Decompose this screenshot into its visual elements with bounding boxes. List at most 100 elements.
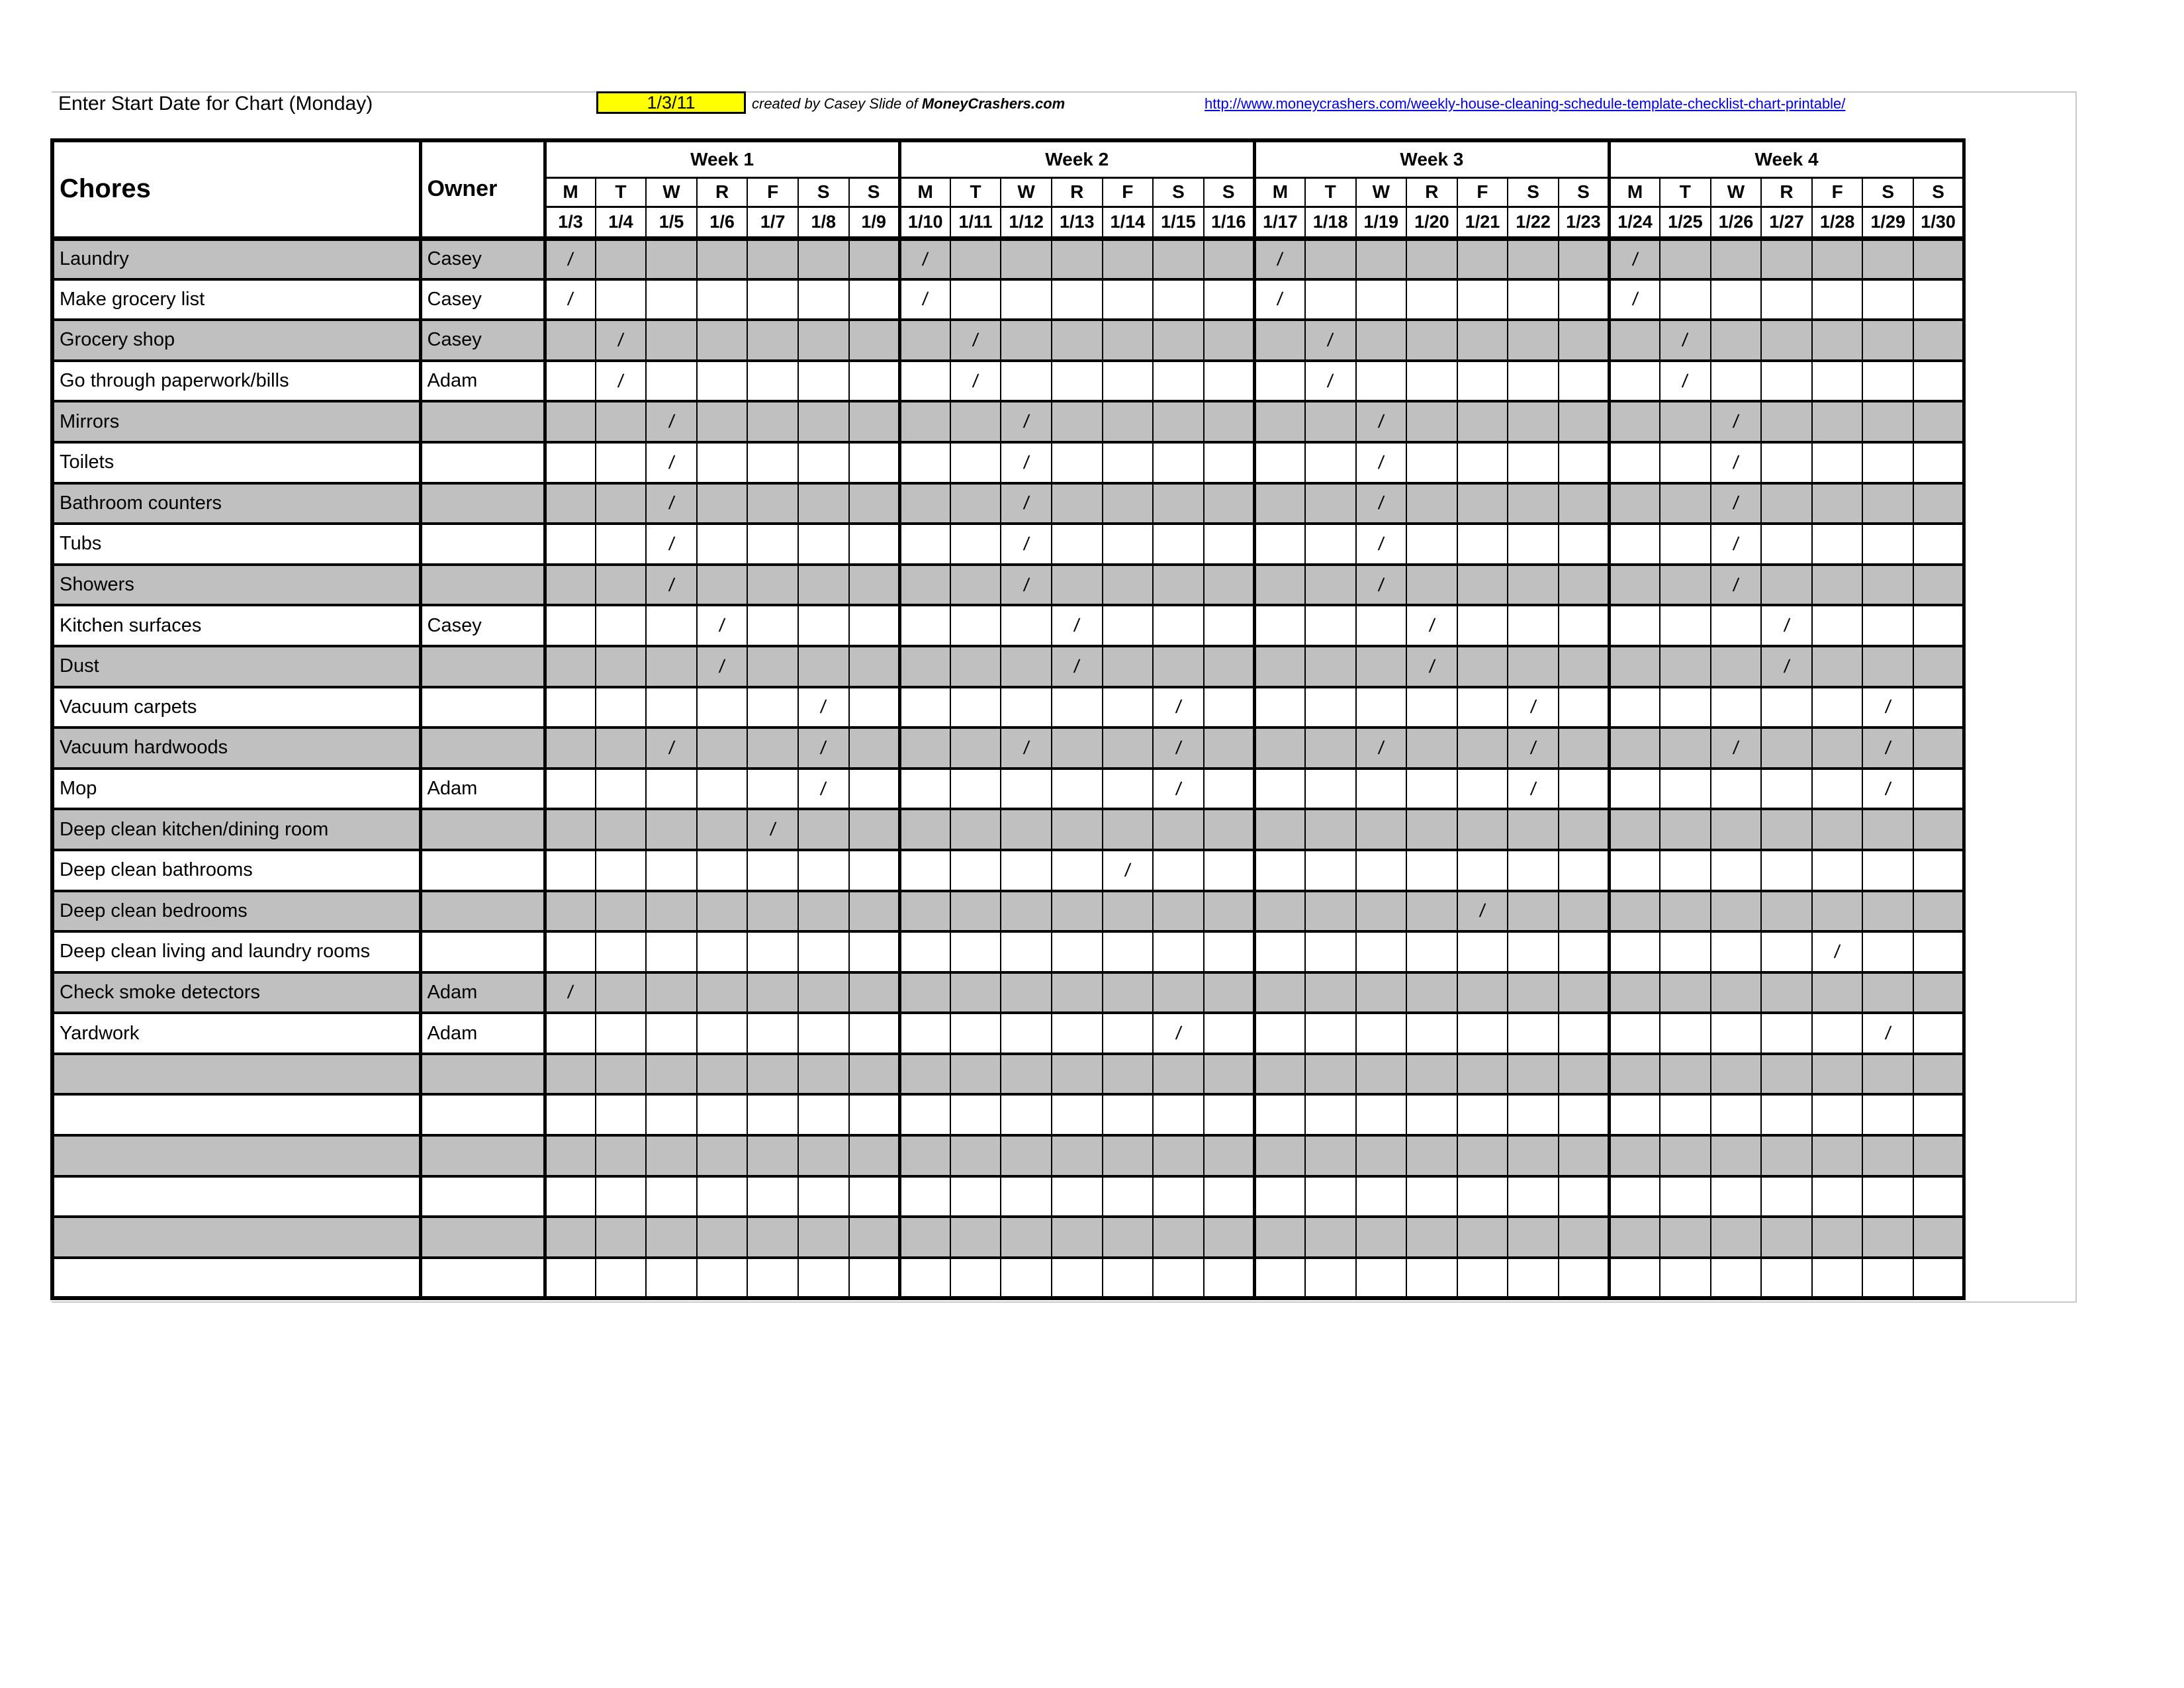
day-check-cell[interactable]	[899, 970, 951, 1014]
owner-cell[interactable]	[420, 563, 547, 606]
day-check-cell[interactable]	[1862, 848, 1915, 892]
day-check-cell[interactable]	[1406, 930, 1458, 973]
day-check-cell[interactable]	[1557, 563, 1611, 606]
day-check-cell[interactable]	[797, 889, 850, 933]
day-check-cell[interactable]	[949, 563, 1002, 606]
day-check-cell[interactable]	[1709, 359, 1762, 402]
day-check-cell[interactable]	[696, 1093, 749, 1137]
day-check-cell[interactable]	[1608, 644, 1661, 688]
day-check-cell[interactable]: /	[696, 604, 749, 647]
owner-cell[interactable]: Casey	[420, 604, 547, 647]
day-check-cell[interactable]: /	[747, 808, 799, 851]
day-check-cell[interactable]	[797, 359, 850, 402]
day-check-cell[interactable]	[1659, 1134, 1711, 1177]
day-check-cell[interactable]: /	[1000, 522, 1052, 565]
day-check-cell[interactable]	[1101, 1215, 1154, 1258]
day-check-cell[interactable]	[1253, 481, 1306, 525]
day-check-cell[interactable]	[1659, 237, 1711, 280]
day-check-cell[interactable]	[1709, 889, 1762, 933]
day-check-cell[interactable]	[594, 848, 647, 892]
day-check-cell[interactable]	[544, 1011, 596, 1055]
day-check-cell[interactable]	[1203, 481, 1256, 525]
day-check-cell[interactable]	[1101, 359, 1154, 402]
day-check-cell[interactable]: /	[1659, 318, 1711, 361]
day-check-cell[interactable]	[1000, 685, 1052, 729]
day-check-cell[interactable]	[747, 481, 799, 525]
day-check-cell[interactable]	[1862, 808, 1915, 851]
day-check-cell[interactable]	[899, 644, 951, 688]
day-check-cell[interactable]	[1253, 440, 1306, 484]
day-check-cell[interactable]	[1507, 318, 1559, 361]
day-check-cell[interactable]	[1253, 604, 1306, 647]
day-check-cell[interactable]	[1760, 726, 1813, 769]
day-check-cell[interactable]	[1406, 400, 1458, 443]
day-check-cell[interactable]	[1557, 440, 1611, 484]
day-check-cell[interactable]	[1760, 1134, 1813, 1177]
day-check-cell[interactable]	[544, 1052, 596, 1096]
owner-cell[interactable]	[420, 1093, 547, 1137]
day-check-cell[interactable]	[544, 930, 596, 973]
day-check-cell[interactable]	[1913, 1093, 1966, 1137]
day-check-cell[interactable]	[949, 970, 1002, 1014]
day-check-cell[interactable]	[1101, 1174, 1154, 1218]
day-check-cell[interactable]	[1760, 1215, 1813, 1258]
day-check-cell[interactable]	[1811, 277, 1864, 321]
day-check-cell[interactable]	[1659, 1052, 1711, 1096]
day-check-cell[interactable]	[1304, 889, 1357, 933]
chore-name-cell[interactable]	[50, 1256, 422, 1301]
day-check-cell[interactable]	[594, 1174, 647, 1218]
chore-name-cell[interactable]: Kitchen surfaces	[50, 604, 422, 647]
day-check-cell[interactable]	[1557, 522, 1611, 565]
day-check-cell[interactable]	[544, 481, 596, 525]
day-check-cell[interactable]: /	[1355, 726, 1408, 769]
day-check-cell[interactable]	[949, 400, 1002, 443]
day-check-cell[interactable]	[1456, 1093, 1509, 1137]
day-check-cell[interactable]	[1203, 563, 1256, 606]
day-check-cell[interactable]	[1152, 970, 1205, 1014]
day-check-cell[interactable]	[1608, 1174, 1661, 1218]
day-check-cell[interactable]	[1253, 930, 1306, 973]
day-check-cell[interactable]	[1000, 604, 1052, 647]
day-check-cell[interactable]: /	[1507, 726, 1559, 769]
day-check-cell[interactable]	[1608, 930, 1661, 973]
day-check-cell[interactable]	[1000, 1256, 1052, 1301]
day-check-cell[interactable]	[1760, 400, 1813, 443]
day-check-cell[interactable]	[1203, 767, 1256, 810]
day-check-cell[interactable]	[1101, 481, 1154, 525]
day-check-cell[interactable]	[1913, 1052, 1966, 1096]
day-check-cell[interactable]	[594, 1215, 647, 1258]
day-check-cell[interactable]	[1253, 808, 1306, 851]
day-check-cell[interactable]	[1862, 522, 1915, 565]
owner-cell[interactable]	[420, 889, 547, 933]
day-check-cell[interactable]	[1355, 237, 1408, 280]
day-check-cell[interactable]	[594, 604, 647, 647]
day-check-cell[interactable]	[747, 930, 799, 973]
day-check-cell[interactable]	[848, 563, 901, 606]
day-check-cell[interactable]	[1101, 440, 1154, 484]
day-check-cell[interactable]	[594, 1093, 647, 1137]
day-check-cell[interactable]: /	[1659, 359, 1711, 402]
day-check-cell[interactable]	[949, 1215, 1002, 1258]
day-check-cell[interactable]: /	[1304, 359, 1357, 402]
day-check-cell[interactable]	[1152, 889, 1205, 933]
day-check-cell[interactable]	[747, 604, 799, 647]
day-check-cell[interactable]	[594, 1134, 647, 1177]
day-check-cell[interactable]: /	[1406, 604, 1458, 647]
day-check-cell[interactable]	[1709, 318, 1762, 361]
day-check-cell[interactable]	[1760, 563, 1813, 606]
day-check-cell[interactable]	[1456, 563, 1509, 606]
day-check-cell[interactable]	[1659, 930, 1711, 973]
day-check-cell[interactable]	[1456, 318, 1509, 361]
owner-cell[interactable]	[420, 522, 547, 565]
day-check-cell[interactable]	[1608, 604, 1661, 647]
day-check-cell[interactable]	[1304, 440, 1357, 484]
day-check-cell[interactable]	[1253, 1052, 1306, 1096]
day-check-cell[interactable]	[848, 400, 901, 443]
day-check-cell[interactable]	[1862, 318, 1915, 361]
day-check-cell[interactable]	[696, 767, 749, 810]
day-check-cell[interactable]	[899, 400, 951, 443]
day-check-cell[interactable]	[1709, 930, 1762, 973]
day-check-cell[interactable]	[1304, 237, 1357, 280]
chore-name-cell[interactable]: Go through paperwork/bills	[50, 359, 422, 402]
day-check-cell[interactable]	[1709, 277, 1762, 321]
